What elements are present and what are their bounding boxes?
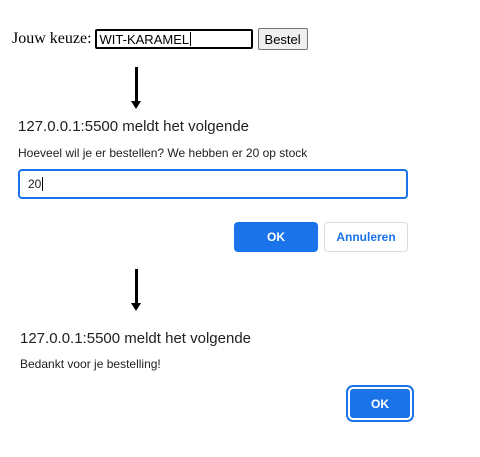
prompt-ok-button[interactable]: OK [234,222,318,252]
text-caret [190,32,192,46]
prompt-dialog-title: 127.0.0.1:5500 meldt het volgende [18,118,250,135]
alert-ok-button[interactable]: OK [346,385,414,422]
quantity-input-value: 20 [28,177,42,191]
choice-label: Jouw keuze: [12,30,92,47]
order-button[interactable]: Bestel [257,28,308,50]
alert-dialog-title: 127.0.0.1:5500 meldt het volgende [20,330,252,347]
prompt-cancel-button[interactable]: Annuleren [324,222,408,252]
down-arrow-icon [131,67,141,109]
quantity-input[interactable]: 20 [18,169,408,199]
text-caret [42,177,44,191]
alert-dialog-message: Bedankt voor je bestelling! [20,357,161,371]
order-form: Jouw keuze: WIT-KARAMEL Bestel [12,28,308,50]
down-arrow-icon [131,269,141,311]
prompt-dialog-message: Hoeveel wil je er bestellen? We hebben e… [18,146,308,160]
choice-input[interactable]: WIT-KARAMEL [94,29,253,49]
choice-input-value: WIT-KARAMEL [99,31,190,47]
